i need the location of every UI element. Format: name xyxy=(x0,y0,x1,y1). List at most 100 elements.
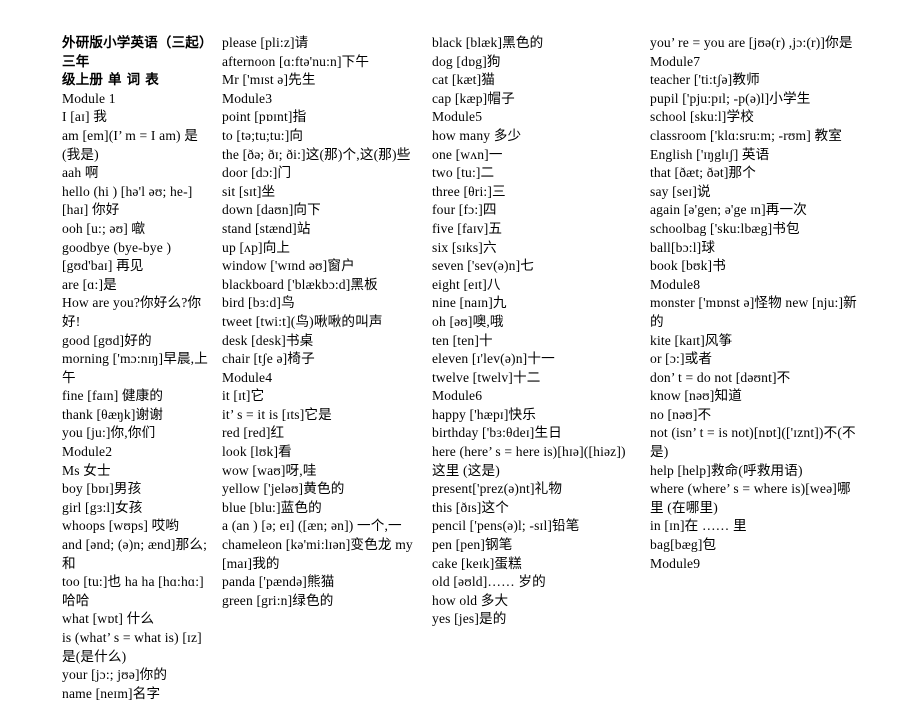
word-entry: oh [əʊ]噢,哦 xyxy=(432,313,504,329)
word-entry: wow [waʊ]呀,哇 xyxy=(222,462,317,478)
word-entry: please [pli:z]请 xyxy=(222,35,309,50)
word-entry: black [blæk]黑色的 xyxy=(432,35,544,50)
word-entry: ball[bɔ:l]球 xyxy=(650,239,716,255)
word-entry: how many 多少 xyxy=(432,127,522,143)
word-entry: say [seɪ]说 xyxy=(650,183,711,199)
word-entry: am [em](I’ m = I am) 是(我是) xyxy=(62,127,199,162)
word-entry: sit [sɪt]坐 xyxy=(222,183,276,199)
word-entry: stand [stænd]站 xyxy=(222,220,311,236)
word-entry: red [red]红 xyxy=(222,425,285,441)
word-entry: here (here’ s = here is)[hɪə]([hiəz]) 这里… xyxy=(432,444,626,478)
word-entry: again [ə'gen; ə'ge ɪn]再一次 xyxy=(650,202,807,218)
word-entry: monster ['mɒnst ə]怪物 new [nju:]新的 xyxy=(650,295,857,329)
word-entry: too [tu:]也 ha ha [hɑ:hɑ:]哈哈 xyxy=(62,574,204,608)
word-entry: are [ɑ:]是 xyxy=(62,276,117,292)
word-entry: Module2 xyxy=(62,444,113,460)
word-entry: three [θri:]三 xyxy=(432,183,506,199)
page-title: 外研版小学英语（三起）三年 级上册 单 词 表 xyxy=(62,34,214,90)
word-entry: name [neɪm]名字 xyxy=(62,685,161,701)
word-entry: blue [blu:]蓝色的 xyxy=(222,499,322,515)
word-entry: Module9 xyxy=(650,555,701,571)
word-entry: Module5 xyxy=(432,109,483,125)
word-entry: eight [eɪt]八 xyxy=(432,276,501,292)
entry-list-1: Module 1 I [aɪ] 我 am [em](I’ m = I am) 是(我… xyxy=(62,90,214,703)
word-entry: whoops [wʊps] 哎哟 xyxy=(62,518,180,534)
column-3: black [blæk]黑色的 dog [dɒg]狗 cat [kæt]猫 cap [… xyxy=(424,34,639,629)
word-entry: girl [gɜ:l]女孩 xyxy=(62,499,143,515)
word-entry: Mr ['mɪst ə]先生 xyxy=(222,72,316,88)
word-entry: is (what’ s = what is) [ɪz] 是(是什么) xyxy=(62,630,202,664)
word-entry: pencil ['pens(ə)l; -sɪl]铅笔 xyxy=(432,518,580,534)
page-title-line-1: 外研版小学英语（三起）三年 xyxy=(62,35,213,70)
word-entry: not (isn’ t = is not)[nɒt](['ɪznt])不(不是) xyxy=(650,425,856,460)
entry-list-3: black [blæk]黑色的 dog [dɒg]狗 cat [kæt]猫 cap [… xyxy=(432,34,639,629)
columns-container: 外研版小学英语（三起）三年 级上册 单 词 表 Module 1 I [aɪ] 我… xyxy=(6,34,914,703)
word-entry: schoolbag ['sku:lbæg]书包 xyxy=(650,220,800,236)
word-entry: door [dɔ:]门 xyxy=(222,165,292,181)
word-entry: How are you?你好么?你好! xyxy=(62,295,202,329)
word-entry: fine [faɪn] 健康的 xyxy=(62,388,164,404)
column-2: please [pli:z]请 afternoon [ɑ:ftə'nu:n]下午 M… xyxy=(214,34,424,610)
word-entry: blackboard ['blækbɔ:d]黑板 xyxy=(222,276,378,292)
word-entry: present['prez(ə)nt]礼物 xyxy=(432,481,563,497)
word-entry: how old 多大 xyxy=(432,592,509,608)
word-entry: yes [jes]是的 xyxy=(432,611,507,627)
word-entry: in [ɪn]在 …… 里 xyxy=(650,518,747,534)
word-entry: twelve [twelv]十二 xyxy=(432,369,541,385)
word-entry: happy ['hæpɪ]快乐 xyxy=(432,406,536,422)
word-entry: good [gʊd]好的 xyxy=(62,332,152,348)
word-entry: Module4 xyxy=(222,369,273,385)
word-entry: school [sku:l]学校 xyxy=(650,109,754,125)
word-entry: down [daʊn]向下 xyxy=(222,202,321,218)
word-entry: cake [keɪk]蛋糕 xyxy=(432,555,522,571)
word-entry: no [nəʊ]不 xyxy=(650,406,712,422)
word-entry: eleven [ɪ'lev(ə)n]十一 xyxy=(432,351,555,367)
entry-list-4: you’ re = you are [jʊə(r) ,jɔ:(r)]你是 Modu… xyxy=(650,34,864,573)
word-entry: point [pɒɪnt]指 xyxy=(222,109,307,125)
word-entry: English ['ɪŋglɪʃ] 英语 xyxy=(650,146,770,162)
column-1: 外研版小学英语（三起）三年 级上册 单 词 表 Module 1 I [aɪ] 我… xyxy=(6,34,214,703)
word-entry: I [aɪ] 我 xyxy=(62,109,107,125)
word-entry: pen [pen]钢笔 xyxy=(432,537,513,553)
word-entry: ooh [u:; əʊ] 噷 xyxy=(62,220,146,236)
word-entry: desk [desk]书桌 xyxy=(222,332,314,348)
word-entry: or [ɔ:]或者 xyxy=(650,351,713,367)
word-entry: the [ðə; ðɪ; ði:]这(那)个,这(那)些 xyxy=(222,146,411,162)
word-entry: pupil ['pju:pɪl; -p(ə)l]小学生 xyxy=(650,90,811,106)
word-entry: bird [bɜ:d]鸟 xyxy=(222,295,295,311)
word-entry: Module3 xyxy=(222,90,273,106)
word-entry: help [help]救命(呼救用语) xyxy=(650,462,803,478)
page-title-line-2: 级上册 单 词 表 xyxy=(62,72,159,89)
word-entry: dog [dɒg]狗 xyxy=(432,53,501,69)
word-entry: book [bʊk]书 xyxy=(650,258,726,274)
word-entry: Module8 xyxy=(650,276,701,292)
word-entry: ten [ten]十 xyxy=(432,332,493,348)
word-entry: Module 1 xyxy=(62,90,116,106)
word-entry: that [ðæt; ðət]那个 xyxy=(650,165,756,181)
word-entry: where (where’ s = where is)[weə]哪里 (在哪里) xyxy=(650,481,851,515)
word-entry: tweet [twi:t](鸟)啾啾的叫声 xyxy=(222,313,383,329)
word-entry: Module6 xyxy=(432,388,483,404)
word-entry: boy [bɒɪ]男孩 xyxy=(62,481,142,497)
word-entry: six [sɪks]六 xyxy=(432,239,497,255)
word-entry: goodbye (bye-bye ) [gʊd'baɪ] 再见 xyxy=(62,239,172,274)
word-list-page: 外研版小学英语（三起）三年 级上册 单 词 表 Module 1 I [aɪ] 我… xyxy=(0,0,920,701)
word-entry: birthday ['bɜ:θdeɪ]生日 xyxy=(432,425,562,441)
word-entry: cap [kæp]帽子 xyxy=(432,90,515,106)
word-entry: it [ɪt]它 xyxy=(222,388,265,404)
word-entry: five [faɪv]五 xyxy=(432,220,503,236)
word-entry: know [nəʊ]知道 xyxy=(650,388,742,404)
word-entry: don’ t = do not [dəʊnt]不 xyxy=(650,369,791,385)
word-entry: chair [tʃe ə]椅子 xyxy=(222,351,315,367)
word-entry: old [əʊld]…… 岁的 xyxy=(432,574,546,590)
entry-list-2: please [pli:z]请 afternoon [ɑ:ftə'nu:n]下午 M… xyxy=(222,34,424,610)
word-entry: this [ðɪs]这个 xyxy=(432,499,509,515)
word-entry: one [wʌn]一 xyxy=(432,146,503,162)
word-entry: two [tu:]二 xyxy=(432,165,495,181)
word-entry: your [jɔ:; jʊə]你的 xyxy=(62,667,168,683)
word-entry: panda ['pændə]熊猫 xyxy=(222,574,335,590)
word-entry: Module7 xyxy=(650,53,701,69)
word-entry: you’ re = you are [jʊə(r) ,jɔ:(r)]你是 xyxy=(650,35,853,50)
word-entry: what [wɒt] 什么 xyxy=(62,611,155,627)
word-entry: look [lʊk]看 xyxy=(222,444,292,460)
